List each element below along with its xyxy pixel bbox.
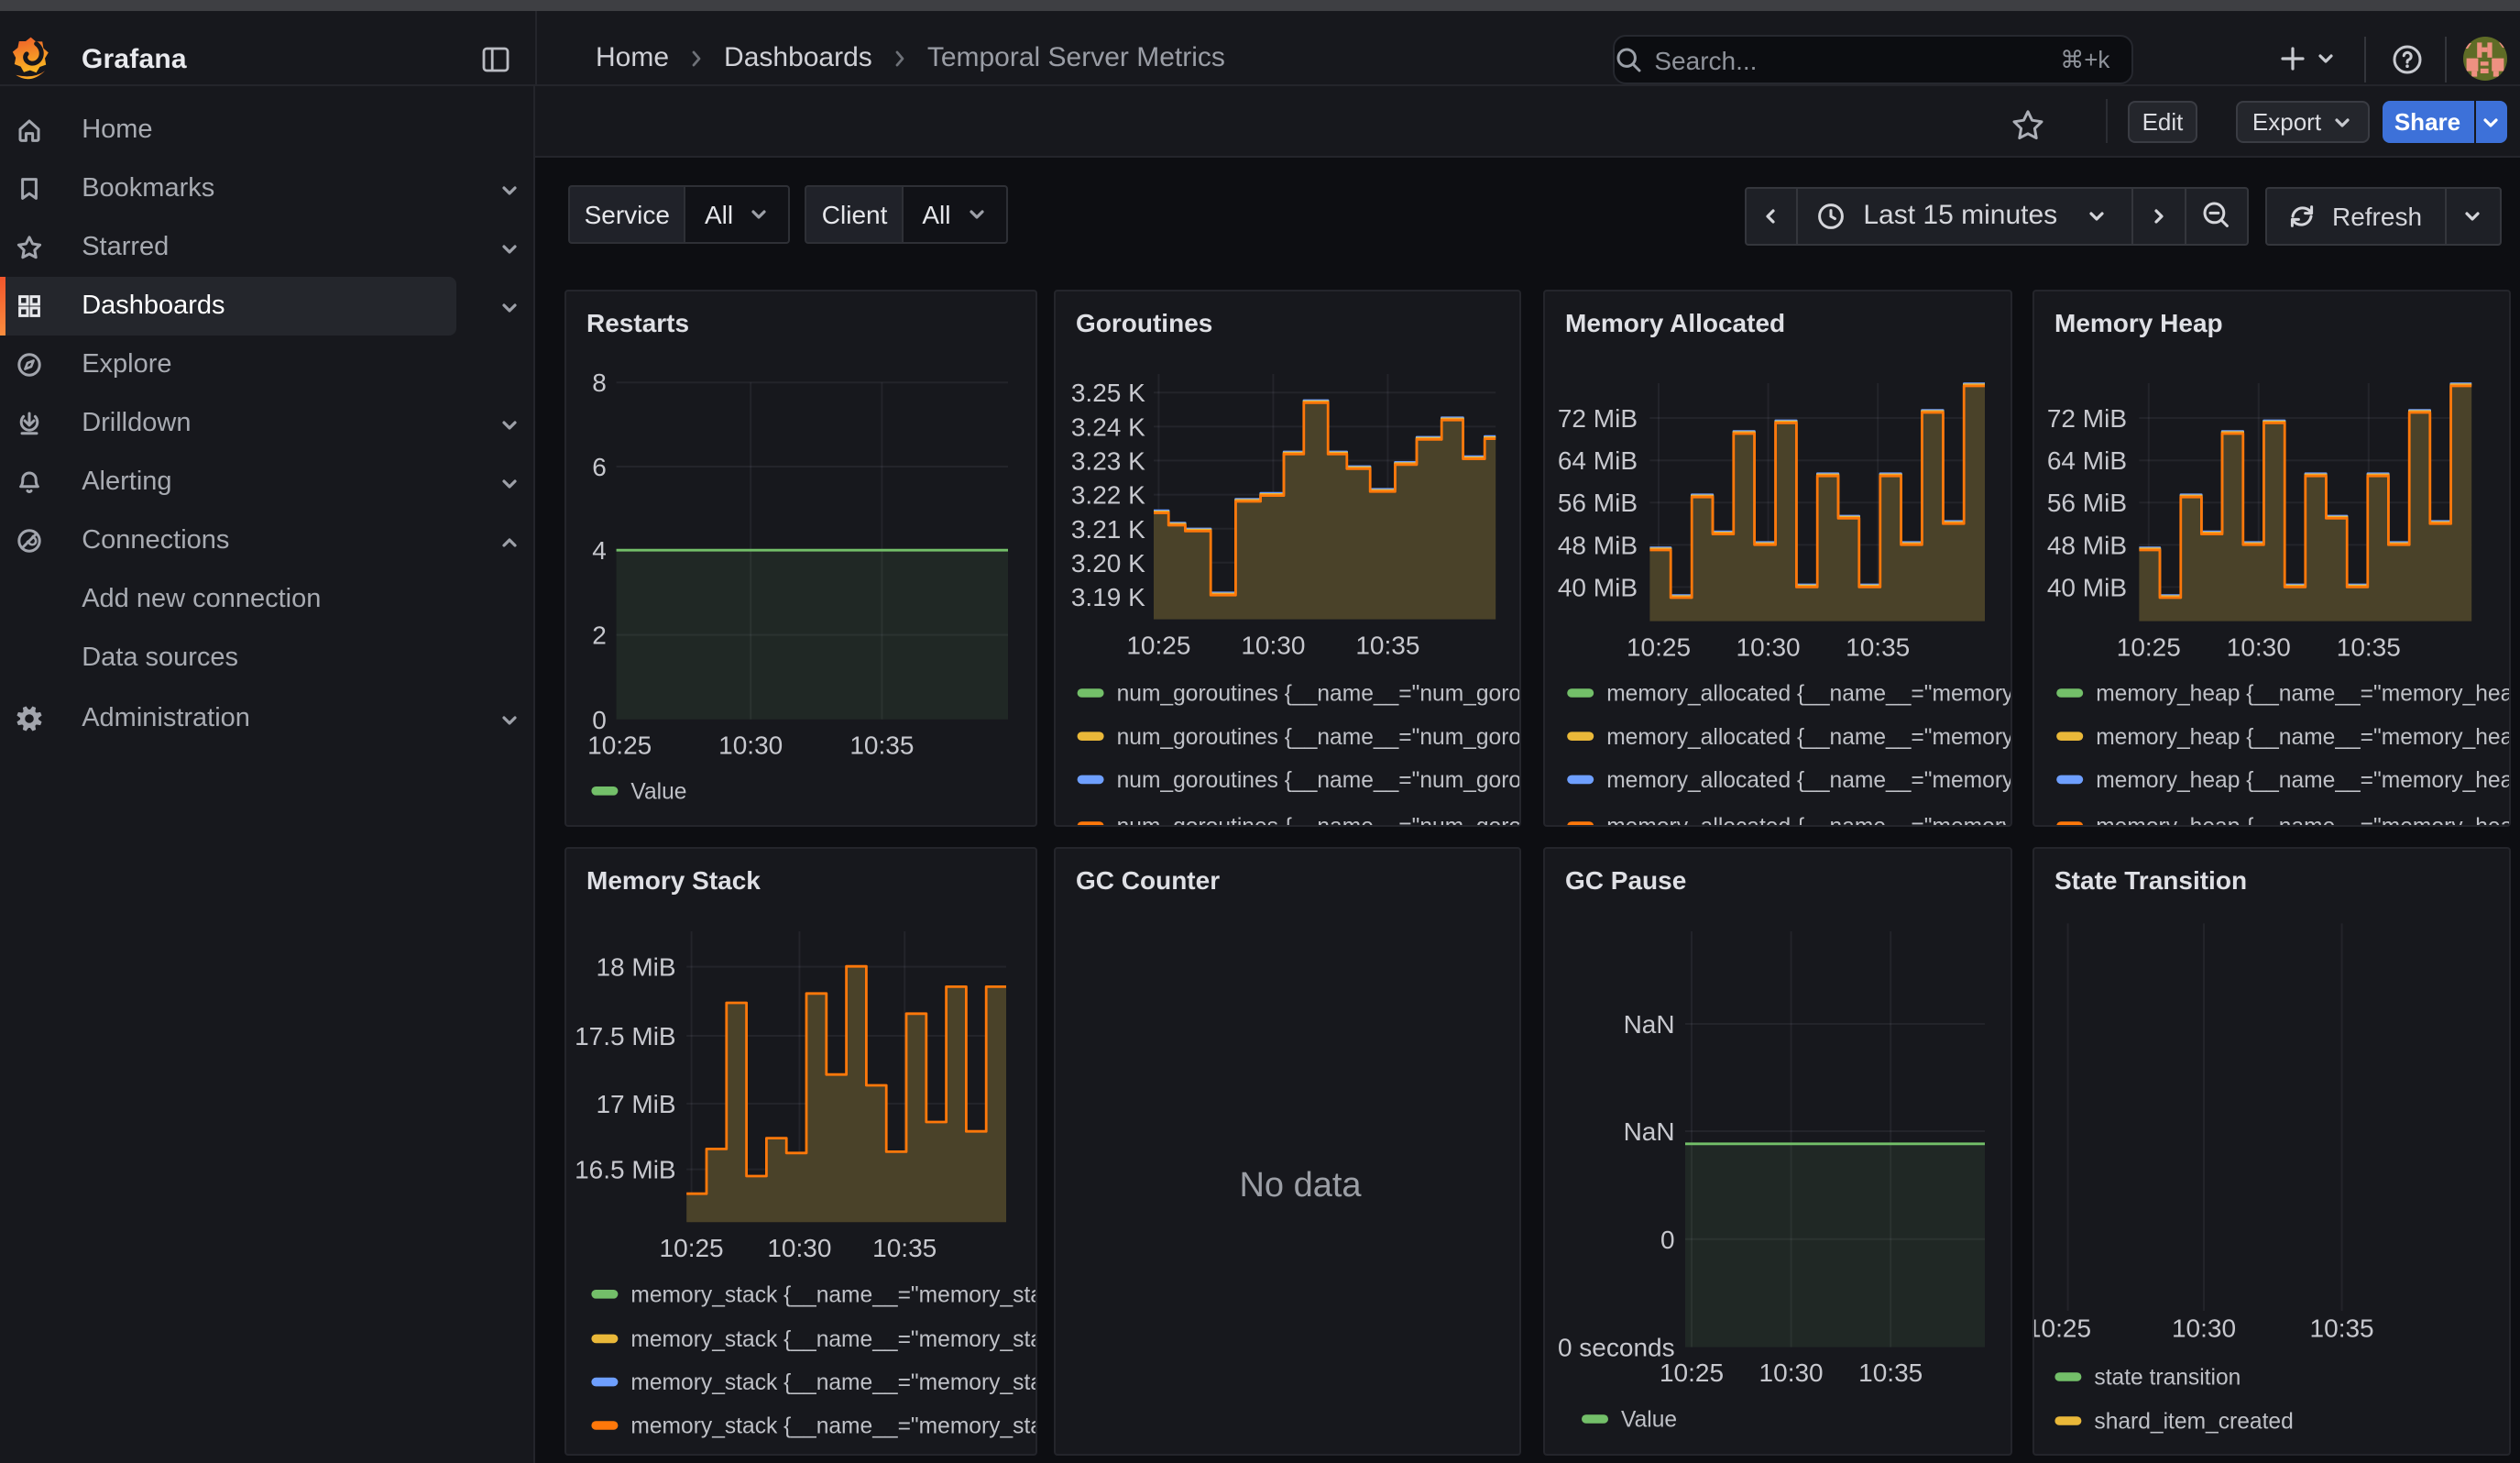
svg-text:shard_item_created: shard_item_created xyxy=(2094,1410,2293,1435)
svg-text:GC Pause: GC Pause xyxy=(1565,866,1686,895)
svg-text:64 MiB: 64 MiB xyxy=(1558,446,1638,475)
svg-text:10:35: 10:35 xyxy=(1846,633,1910,662)
svg-text:10:30: 10:30 xyxy=(2227,633,2291,662)
svg-text:10:30: 10:30 xyxy=(2172,1314,2236,1343)
svg-text:40 MiB: 40 MiB xyxy=(1558,573,1638,601)
svg-text:Memory Heap: Memory Heap xyxy=(2054,309,2223,337)
svg-text:10:25: 10:25 xyxy=(2034,1314,2091,1343)
svg-text:3.21 K: 3.21 K xyxy=(1071,515,1145,544)
svg-text:10:35: 10:35 xyxy=(2310,1314,2374,1343)
svg-text:Goroutines: Goroutines xyxy=(1076,309,1212,337)
svg-text:3.23 K: 3.23 K xyxy=(1071,446,1145,475)
svg-text:17 MiB: 17 MiB xyxy=(596,1090,675,1118)
svg-text:memory_heap {__name__="memory_: memory_heap {__name__="memory_heap"} xyxy=(2096,682,2511,707)
svg-text:0: 0 xyxy=(1660,1226,1675,1254)
svg-text:num_goroutines {__name__="num_: num_goroutines {__name__="num_goroutines… xyxy=(1117,815,1521,827)
svg-text:No data: No data xyxy=(1239,1166,1362,1204)
svg-text:10:30: 10:30 xyxy=(1759,1358,1824,1387)
svg-text:10:35: 10:35 xyxy=(2337,633,2401,662)
svg-text:0: 0 xyxy=(592,706,607,734)
svg-text:56 MiB: 56 MiB xyxy=(1558,489,1638,517)
svg-text:3.25 K: 3.25 K xyxy=(1071,379,1145,407)
svg-text:16.5 MiB: 16.5 MiB xyxy=(575,1156,676,1184)
svg-text:10:25: 10:25 xyxy=(587,732,652,760)
svg-text:memory_stack {__name__="memory: memory_stack {__name__="memory_stack"} xyxy=(630,1370,1037,1395)
svg-text:State Transition: State Transition xyxy=(2054,866,2247,895)
svg-text:memory_heap {__name__="memory_: memory_heap {__name__="memory_heap"} xyxy=(2096,815,2511,827)
svg-text:NaN: NaN xyxy=(1624,1117,1675,1146)
svg-text:10:30: 10:30 xyxy=(767,1234,831,1262)
svg-text:3.19 K: 3.19 K xyxy=(1071,583,1145,611)
svg-text:8: 8 xyxy=(592,368,607,397)
svg-text:48 MiB: 48 MiB xyxy=(1558,531,1638,559)
svg-text:10:25: 10:25 xyxy=(1627,633,1691,662)
svg-text:memory_allocated {__name__="me: memory_allocated {__name__="memory_alloc… xyxy=(1606,682,2012,707)
svg-text:3.24 K: 3.24 K xyxy=(1071,412,1145,441)
svg-text:10:35: 10:35 xyxy=(872,1234,937,1262)
svg-text:10:30: 10:30 xyxy=(1737,633,1801,662)
svg-text:3.22 K: 3.22 K xyxy=(1071,481,1145,510)
svg-text:Value: Value xyxy=(1621,1408,1677,1433)
svg-text:memory_allocated {__name__="me: memory_allocated {__name__="memory_alloc… xyxy=(1606,768,2012,793)
svg-text:56 MiB: 56 MiB xyxy=(2047,489,2127,517)
svg-text:0 seconds: 0 seconds xyxy=(1558,1334,1675,1362)
svg-text:num_goroutines {__name__="num_: num_goroutines {__name__="num_goroutines… xyxy=(1117,725,1521,750)
svg-text:NaN: NaN xyxy=(1624,1010,1675,1039)
svg-text:Memory Stack: Memory Stack xyxy=(586,866,761,895)
svg-text:4: 4 xyxy=(592,536,607,565)
svg-text:3.20 K: 3.20 K xyxy=(1071,549,1145,578)
svg-text:2: 2 xyxy=(592,622,607,650)
svg-text:64 MiB: 64 MiB xyxy=(2047,446,2127,475)
svg-text:memory_stack {__name__="memory: memory_stack {__name__="memory_stack"} xyxy=(630,1282,1037,1307)
svg-text:18 MiB: 18 MiB xyxy=(596,953,675,982)
svg-text:10:30: 10:30 xyxy=(1241,632,1305,660)
svg-text:10:35: 10:35 xyxy=(849,732,914,760)
svg-text:memory_heap {__name__="memory_: memory_heap {__name__="memory_heap"} xyxy=(2096,768,2511,793)
svg-text:num_goroutines {__name__="num_: num_goroutines {__name__="num_goroutines… xyxy=(1117,768,1521,793)
svg-text:48 MiB: 48 MiB xyxy=(2047,531,2127,559)
svg-text:72 MiB: 72 MiB xyxy=(2047,404,2127,433)
svg-text:memory_stack {__name__="memory: memory_stack {__name__="memory_stack"} xyxy=(630,1414,1037,1439)
svg-text:10:25: 10:25 xyxy=(1126,632,1190,660)
svg-text:Restarts: Restarts xyxy=(586,309,689,337)
svg-text:10:35: 10:35 xyxy=(1858,1358,1923,1387)
svg-text:10:25: 10:25 xyxy=(2117,633,2181,662)
svg-text:memory_stack {__name__="memory: memory_stack {__name__="memory_stack"} xyxy=(630,1327,1037,1352)
svg-text:memory_heap {__name__="memory_: memory_heap {__name__="memory_heap"} xyxy=(2096,725,2511,750)
svg-text:Value: Value xyxy=(630,779,686,804)
svg-text:17.5 MiB: 17.5 MiB xyxy=(575,1022,676,1050)
svg-text:memory_allocated {__name__="me: memory_allocated {__name__="memory_alloc… xyxy=(1606,815,2012,827)
svg-text:72 MiB: 72 MiB xyxy=(1558,404,1638,433)
svg-text:Memory Allocated: Memory Allocated xyxy=(1565,309,1785,337)
svg-text:state transition: state transition xyxy=(2094,1366,2241,1391)
svg-text:num_goroutines {__name__="num_: num_goroutines {__name__="num_goroutines… xyxy=(1117,682,1521,707)
svg-text:GC Counter: GC Counter xyxy=(1076,866,1220,895)
svg-text:10:30: 10:30 xyxy=(718,732,783,760)
svg-text:10:25: 10:25 xyxy=(660,1234,724,1262)
svg-text:10:35: 10:35 xyxy=(1355,632,1419,660)
svg-text:10:25: 10:25 xyxy=(1660,1358,1724,1387)
svg-text:6: 6 xyxy=(592,453,607,481)
svg-text:40 MiB: 40 MiB xyxy=(2047,573,2127,601)
svg-text:memory_allocated {__name__="me: memory_allocated {__name__="memory_alloc… xyxy=(1606,725,2012,750)
